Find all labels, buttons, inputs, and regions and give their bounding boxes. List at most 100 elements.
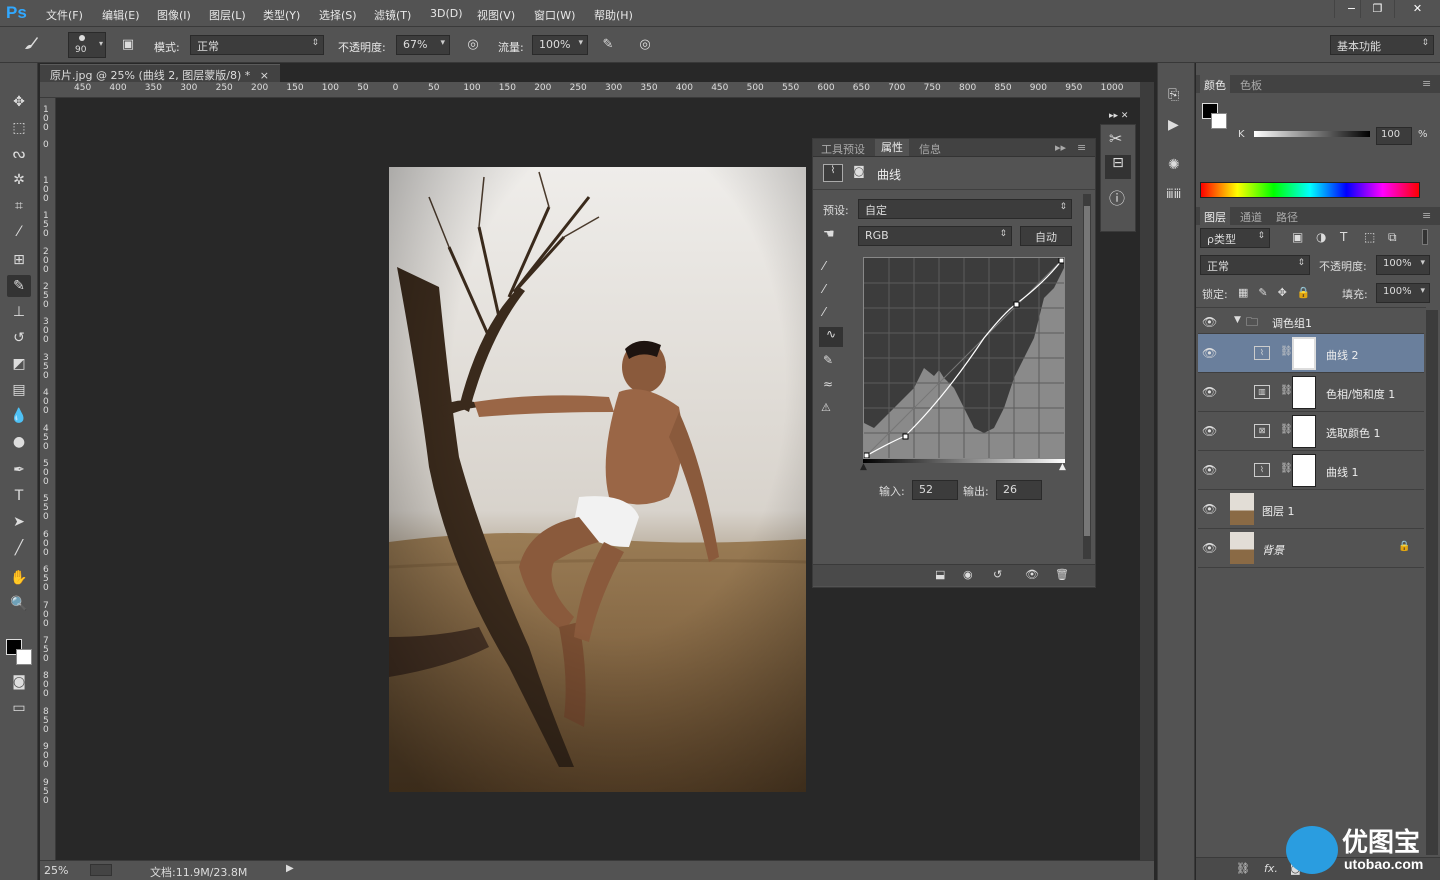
- hand-tool-icon[interactable]: ✋: [7, 567, 31, 589]
- blend-mode-select[interactable]: 正常 ⇕: [1200, 255, 1310, 275]
- eye-icon[interactable]: 👁: [1202, 315, 1217, 329]
- disclosure-triangle-icon[interactable]: ▼: [1234, 315, 1241, 325]
- document-image[interactable]: [389, 167, 806, 792]
- panel-menu-icon[interactable]: ≡: [1077, 141, 1086, 154]
- menu-view[interactable]: 视图(V): [477, 7, 515, 23]
- properties-icon[interactable]: ⊟: [1105, 155, 1131, 179]
- history-icon[interactable]: ⎘: [1168, 87, 1179, 103]
- menu-edit[interactable]: 编辑(E): [102, 7, 140, 23]
- eraser-tool-icon[interactable]: ◩: [7, 353, 31, 375]
- pencil-draw-icon[interactable]: ✎: [823, 353, 833, 367]
- properties-scrollbar[interactable]: [1083, 194, 1091, 559]
- flow-input[interactable]: 100% ▾: [532, 35, 588, 55]
- color-spectrum-bar[interactable]: [1200, 182, 1420, 198]
- gradient-tool-icon[interactable]: ▤: [7, 379, 31, 401]
- crop-tool-icon[interactable]: ⌗: [7, 195, 31, 217]
- tab-paths[interactable]: 路径: [1272, 207, 1302, 227]
- filter-shape-icon[interactable]: ⬚: [1364, 230, 1375, 244]
- brush-size-picker[interactable]: 90 ▾: [68, 32, 106, 58]
- healing-brush-tool-icon[interactable]: ⊞: [7, 249, 31, 271]
- auto-button[interactable]: 自动: [1020, 226, 1072, 246]
- layer-mask-thumbnail[interactable]: [1292, 337, 1316, 370]
- menu-help[interactable]: 帮助(H): [594, 7, 633, 23]
- menu-filter[interactable]: 滤镜(T): [374, 7, 411, 23]
- filter-pixel-icon[interactable]: ▣: [1292, 230, 1303, 244]
- pen-tool-icon[interactable]: ✒: [7, 459, 31, 481]
- move-tool-icon[interactable]: ✥: [7, 91, 31, 113]
- layer-row-curves-1[interactable]: 👁 ⌇ ⛓ 曲线 1: [1198, 451, 1424, 490]
- brush-presets-icon[interactable]: ⅲⅲ: [1166, 187, 1181, 201]
- view-previous-state-icon[interactable]: ◉: [963, 568, 973, 581]
- delete-icon[interactable]: 🗑: [1055, 568, 1069, 581]
- pressure-size-icon[interactable]: ◎: [634, 34, 656, 56]
- tab-color[interactable]: 颜色: [1200, 75, 1230, 95]
- line-tool-icon[interactable]: ╱: [7, 537, 31, 559]
- panel-menu-icon[interactable]: ≡: [1418, 75, 1435, 92]
- lasso-tool-icon[interactable]: ᔓ: [7, 143, 31, 165]
- k-value-field[interactable]: 100: [1376, 127, 1412, 145]
- white-slider-icon[interactable]: ▲: [1059, 462, 1066, 472]
- layer-row-curves-2[interactable]: 👁 ⌇ ⛓ 曲线 2: [1198, 334, 1424, 373]
- gray-point-eyedropper-icon[interactable]: ⁄: [823, 282, 825, 296]
- eye-icon[interactable]: 👁: [1202, 502, 1217, 516]
- menu-image[interactable]: 图像(I): [157, 7, 191, 23]
- eye-icon[interactable]: 👁: [1202, 385, 1217, 399]
- black-point-eyedropper-icon[interactable]: ⁄: [823, 259, 825, 273]
- white-point-eyedropper-icon[interactable]: ⁄: [823, 305, 825, 319]
- eye-icon[interactable]: 👁: [1202, 346, 1217, 360]
- tab-layers[interactable]: 图层: [1200, 207, 1230, 227]
- layer-row-hue-saturation[interactable]: 👁 ▥ ⛓ 色相/饱和度 1: [1198, 373, 1424, 412]
- eye-icon[interactable]: 👁: [1202, 424, 1217, 438]
- panel-menu-icon[interactable]: ≡: [1418, 207, 1435, 224]
- filter-smart-object-icon[interactable]: ⧉: [1388, 230, 1397, 245]
- close-tab-icon[interactable]: ×: [260, 69, 269, 82]
- layer-mask-thumbnail[interactable]: [1292, 415, 1316, 448]
- clone-stamp-tool-icon[interactable]: ⊥: [7, 301, 31, 323]
- curves-adjustment-icon[interactable]: ⌇: [823, 164, 843, 182]
- layer-filter-select[interactable]: ρ类型 ⇕: [1200, 228, 1270, 248]
- link-layers-icon[interactable]: ⛓: [1236, 862, 1250, 875]
- black-slider-icon[interactable]: ▲: [860, 462, 867, 472]
- zoom-level[interactable]: 25%: [44, 864, 68, 877]
- document-tab[interactable]: 原片.jpg @ 25% (曲线 2, 图层蒙版/8) * ×: [40, 64, 280, 82]
- menu-type[interactable]: 类型(Y): [263, 7, 300, 23]
- layer-row-layer-1[interactable]: 👁 图层 1: [1198, 490, 1424, 529]
- eyedropper-tool-icon[interactable]: ⁄: [7, 221, 31, 243]
- magic-wand-tool-icon[interactable]: ✲: [7, 169, 31, 191]
- marquee-tool-icon[interactable]: ⬚: [7, 117, 31, 139]
- color-background-swatch[interactable]: [1211, 113, 1227, 129]
- layer-group-row[interactable]: 👁 ▼ 🗀 调色组1: [1198, 310, 1424, 334]
- properties-scroll-thumb[interactable]: [1084, 206, 1090, 536]
- layer-mask-thumbnail[interactable]: [1292, 376, 1316, 409]
- workspace-select[interactable]: 基本功能 ⇕: [1330, 35, 1434, 55]
- brush-panel-toggle-icon[interactable]: ▣: [117, 34, 139, 56]
- curves-graph[interactable]: [863, 257, 1065, 459]
- screen-mode-icon[interactable]: ▭: [7, 697, 31, 719]
- fx-icon[interactable]: fx.: [1264, 862, 1278, 875]
- zoom-tool-icon[interactable]: 🔍: [7, 593, 31, 615]
- collapse-icon[interactable]: ▸▸ ✕: [1109, 111, 1128, 121]
- eye-icon[interactable]: 👁: [1202, 541, 1217, 555]
- layer-row-background[interactable]: 👁 背景 🔒: [1198, 529, 1424, 568]
- filter-type-icon[interactable]: T: [1340, 230, 1347, 244]
- menu-3d[interactable]: 3D(D): [430, 7, 463, 20]
- brush-settings-icon[interactable]: ✺: [1168, 157, 1180, 173]
- airbrush-icon[interactable]: ✎: [597, 34, 619, 56]
- preset-select[interactable]: 自定 ⇕: [858, 199, 1072, 219]
- layer-mask-thumbnail[interactable]: [1292, 454, 1316, 487]
- actions-play-icon[interactable]: ▶: [1168, 117, 1179, 133]
- path-selection-tool-icon[interactable]: ➤: [7, 511, 31, 533]
- blur-tool-icon[interactable]: 💧: [7, 405, 31, 427]
- menu-layer[interactable]: 图层(L): [209, 7, 246, 23]
- menu-select[interactable]: 选择(S): [319, 7, 357, 23]
- layers-scrollbar[interactable]: [1426, 310, 1438, 855]
- restore-button[interactable]: ❐: [1360, 0, 1394, 18]
- k-slider[interactable]: [1254, 131, 1370, 137]
- pressure-opacity-icon[interactable]: ◎: [462, 34, 484, 56]
- layer-row-selective-color[interactable]: 👁 ⊠ ⛓ 选取颜色 1: [1198, 412, 1424, 451]
- filter-toggle[interactable]: [1422, 229, 1428, 245]
- opacity-input[interactable]: 67% ▾: [396, 35, 450, 55]
- brush-tool-preset-icon[interactable]: [20, 34, 42, 56]
- curve-point-mode-icon[interactable]: ∿: [819, 327, 843, 347]
- lock-options-icons[interactable]: ▦✎✥🔒: [1238, 286, 1321, 299]
